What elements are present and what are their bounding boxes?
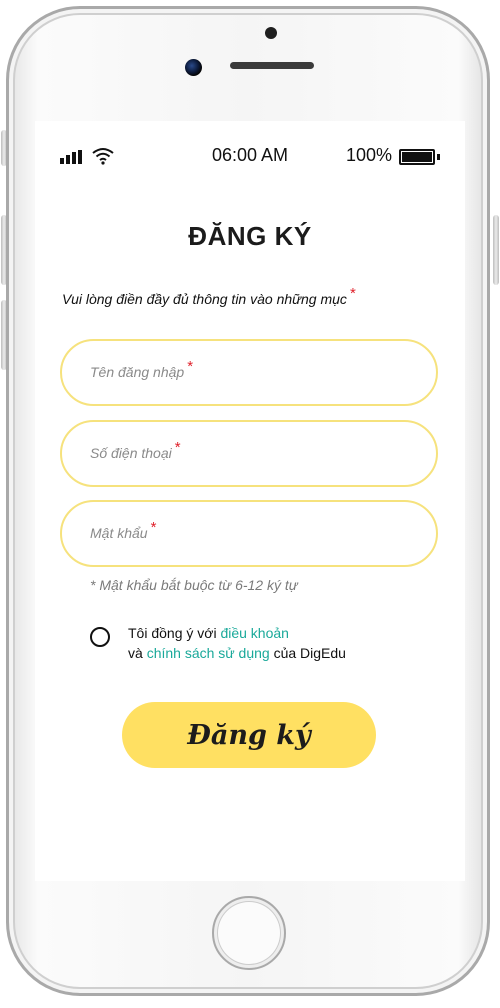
phone-mockup: 06:00 AM 100% ĐĂNG KÝ Vui lòng điền đầy … [0,0,500,1008]
phone-number-field[interactable]: Số điện thoại * [60,420,438,487]
page-title: ĐĂNG KÝ [188,221,312,251]
terms-link[interactable]: điều khoản [220,625,289,641]
front-camera [185,59,202,76]
form-instruction: Vui lòng điền đầy đủ thông tin vào những… [62,286,356,307]
register-button[interactable]: Đăng ký [122,702,376,768]
password-input[interactable] [88,520,408,548]
phone-number-input[interactable] [88,440,408,468]
username-field[interactable]: Tên đăng nhập * [60,339,438,406]
password-hint: * Mật khẩu bắt buộc từ 6-12 ký tự [90,577,298,593]
terms-checkbox[interactable] [90,627,110,647]
password-field[interactable]: Mật khẩu * [60,500,438,567]
terms-text: Tôi đồng ý với điều khoản và chính sách … [128,623,346,663]
proximity-sensor [265,27,277,39]
username-input[interactable] [88,359,408,387]
instruction-text: Vui lòng điền đầy đủ thông tin vào những… [62,291,347,307]
required-asterisk: * [349,285,356,303]
battery-tip [437,154,440,160]
home-button[interactable] [212,896,286,970]
battery-icon [399,149,435,165]
earpiece-speaker [230,62,314,69]
phone-power-button [493,215,499,285]
battery-level-fill [402,152,432,162]
phone-screen: 06:00 AM 100% ĐĂNG KÝ Vui lòng điền đầy … [35,121,465,881]
status-bar: 06:00 AM 100% [35,143,465,169]
battery-percentage: 100% [345,145,392,165]
terms-line-1: Tôi đồng ý với điều khoản [128,625,289,641]
usage-policy-link[interactable]: chính sách sử dụng [147,645,270,661]
terms-line-2: và chính sách sử dụng của DigEdu [128,645,346,661]
